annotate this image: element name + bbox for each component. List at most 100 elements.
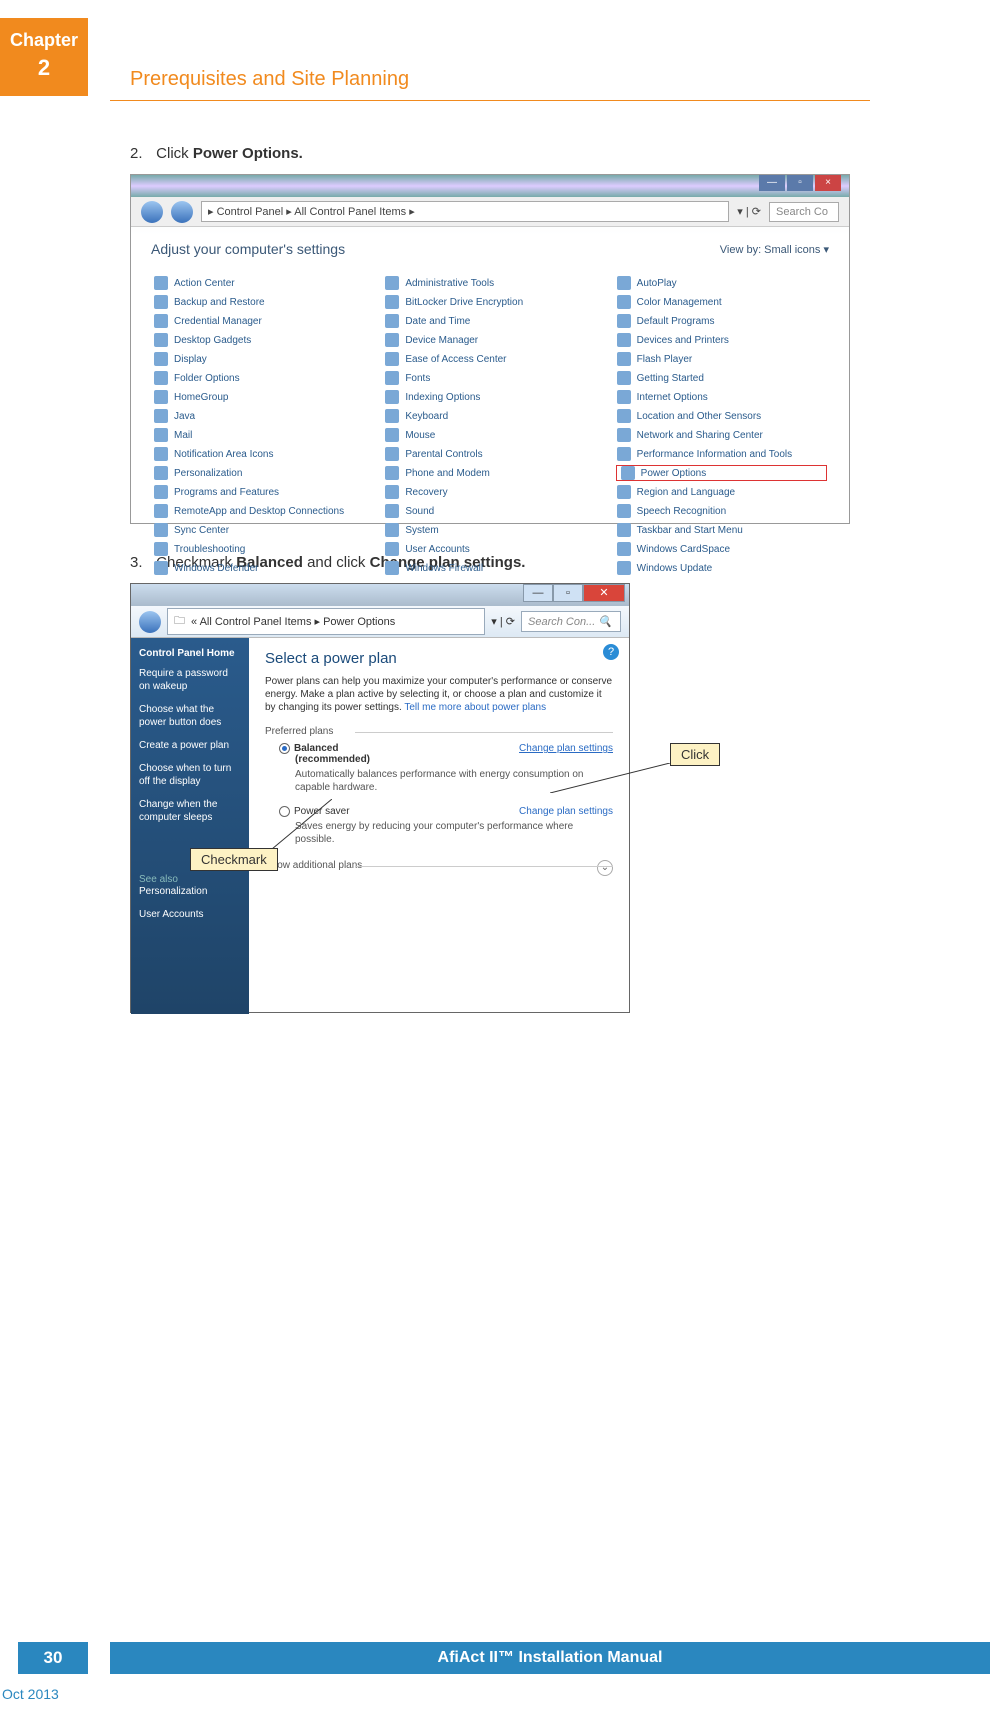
control-panel-item[interactable]: Display [153, 351, 364, 367]
change-plan-settings-2[interactable]: Change plan settings [519, 806, 613, 817]
control-panel-item[interactable]: Phone and Modem [384, 465, 595, 481]
item-icon [385, 504, 399, 518]
control-panel-item[interactable]: Region and Language [616, 484, 827, 500]
item-icon [154, 542, 168, 556]
breadcrumb[interactable]: ▸ Control Panel ▸ All Control Panel Item… [201, 201, 729, 222]
control-panel-item[interactable]: Windows CardSpace [616, 541, 827, 557]
item-label: Windows Firewall [405, 563, 483, 574]
refresh-icon[interactable]: ▾ | ⟳ [737, 205, 761, 218]
control-panel-item[interactable]: Administrative Tools [384, 275, 595, 291]
item-label: Administrative Tools [405, 278, 494, 289]
sidebar-link[interactable]: Create a power plan [139, 739, 241, 752]
control-panel-item[interactable]: Personalization [153, 465, 364, 481]
control-panel-item[interactable]: Parental Controls [384, 446, 595, 462]
control-panel-item[interactable]: Taskbar and Start Menu [616, 522, 827, 538]
breadcrumb-2[interactable]: 🗀« All Control Panel Items ▸ Power Optio… [167, 608, 485, 635]
control-panel-item[interactable]: Device Manager [384, 332, 595, 348]
control-panel-item[interactable]: Fonts [384, 370, 595, 386]
show-additional-plans[interactable]: Show additional plans ⌄ [265, 860, 613, 871]
maximize-button-2[interactable]: ▫ [553, 584, 583, 602]
main-description: Power plans can help you maximize your c… [265, 675, 613, 714]
control-panel-item[interactable]: Windows Defender [153, 560, 364, 576]
item-icon [154, 523, 168, 537]
control-panel-item[interactable]: Credential Manager [153, 313, 364, 329]
window-titlebar: — ▫ × [131, 175, 849, 197]
control-panel-item[interactable]: Mail [153, 427, 364, 443]
close-button-2[interactable]: ✕ [583, 584, 625, 602]
seealso-link[interactable]: Personalization [139, 885, 241, 898]
change-plan-settings-1[interactable]: Change plan settings [519, 743, 613, 754]
item-label: Credential Manager [174, 316, 262, 327]
control-panel-item[interactable]: Ease of Access Center [384, 351, 595, 367]
control-panel-item[interactable]: RemoteApp and Desktop Connections [153, 503, 364, 519]
view-by-selector[interactable]: View by: Small icons ▾ [720, 243, 829, 256]
control-panel-item[interactable]: Flash Player [616, 351, 827, 367]
help-icon[interactable]: ? [603, 644, 619, 660]
control-panel-item[interactable]: User Accounts [384, 541, 595, 557]
control-panel-item[interactable]: Desktop Gadgets [153, 332, 364, 348]
item-label: Parental Controls [405, 449, 482, 460]
control-panel-item[interactable]: Speech Recognition [616, 503, 827, 519]
item-icon [154, 352, 168, 366]
control-panel-item[interactable]: Keyboard [384, 408, 595, 424]
sidebar-link[interactable]: Require a password on wakeup [139, 667, 241, 693]
see-also-label: See also [139, 874, 241, 885]
back-button-2[interactable] [139, 611, 161, 633]
control-panel-item[interactable]: Location and Other Sensors [616, 408, 827, 424]
control-panel-item[interactable]: Programs and Features [153, 484, 364, 500]
forward-button[interactable] [171, 201, 193, 223]
expand-icon[interactable]: ⌄ [597, 860, 613, 876]
control-panel-item[interactable]: HomeGroup [153, 389, 364, 405]
minimize-button-2[interactable]: — [523, 584, 553, 602]
control-panel-item[interactable]: Windows Update [616, 560, 827, 576]
radio-balanced[interactable] [279, 743, 290, 754]
close-button[interactable]: × [815, 175, 841, 191]
sidebar-link[interactable]: Change when the computer sleeps [139, 798, 241, 824]
sidebar-link[interactable]: Choose when to turn off the display [139, 762, 241, 788]
tell-more-link[interactable]: Tell me more about power plans [404, 702, 546, 713]
item-label: Taskbar and Start Menu [637, 525, 743, 536]
maximize-button[interactable]: ▫ [787, 175, 813, 191]
control-panel-item[interactable]: Devices and Printers [616, 332, 827, 348]
control-panel-item[interactable]: Date and Time [384, 313, 595, 329]
back-button[interactable] [141, 201, 163, 223]
control-panel-item[interactable]: Network and Sharing Center [616, 427, 827, 443]
control-panel-item[interactable]: Backup and Restore [153, 294, 364, 310]
control-panel-item[interactable]: Performance Information and Tools [616, 446, 827, 462]
control-panel-item[interactable]: Sound [384, 503, 595, 519]
control-panel-item[interactable]: Power Options [616, 465, 827, 481]
control-panel-item[interactable]: Internet Options [616, 389, 827, 405]
search-input[interactable]: Search Co [769, 202, 839, 222]
control-panel-item[interactable]: System [384, 522, 595, 538]
control-panel-item[interactable]: AutoPlay [616, 275, 827, 291]
control-panel-item[interactable]: Color Management [616, 294, 827, 310]
screenshot-control-panel: — ▫ × ▸ Control Panel ▸ All Control Pane… [130, 174, 850, 524]
control-panel-item[interactable]: Getting Started [616, 370, 827, 386]
item-icon [154, 276, 168, 290]
control-panel-item[interactable]: Mouse [384, 427, 595, 443]
control-panel-item[interactable]: Windows Firewall [384, 560, 595, 576]
control-panel-item[interactable]: Recovery [384, 484, 595, 500]
control-panel-item[interactable]: Default Programs [616, 313, 827, 329]
control-panel-item[interactable]: Folder Options [153, 370, 364, 386]
control-panel-item[interactable]: BitLocker Drive Encryption [384, 294, 595, 310]
item-icon [385, 485, 399, 499]
control-panel-item[interactable]: Troubleshooting [153, 541, 364, 557]
control-panel-item[interactable]: Sync Center [153, 522, 364, 538]
control-panel-grid: Action Center Administrative Tools AutoPla… [131, 275, 849, 576]
control-panel-item[interactable]: Action Center [153, 275, 364, 291]
control-panel-item[interactable]: Indexing Options [384, 389, 595, 405]
control-panel-item[interactable]: Java [153, 408, 364, 424]
sidebar-heading: Control Panel Home [139, 648, 241, 659]
balanced-radio-row[interactable]: Balanced [279, 743, 338, 754]
seealso-link[interactable]: User Accounts [139, 908, 241, 921]
sidebar-link[interactable]: Choose what the power button does [139, 703, 241, 729]
item-label: User Accounts [405, 544, 469, 555]
search-input-2[interactable]: Search Con... 🔍 [521, 611, 621, 632]
item-icon [154, 466, 168, 480]
content-area: 2. Click Power Options. — ▫ × ▸ Control … [130, 145, 870, 1013]
dropdown-icon[interactable]: ▾ | ⟳ [491, 615, 515, 628]
control-panel-item[interactable]: Notification Area Icons [153, 446, 364, 462]
page-number: 30 [18, 1642, 88, 1674]
minimize-button[interactable]: — [759, 175, 785, 191]
